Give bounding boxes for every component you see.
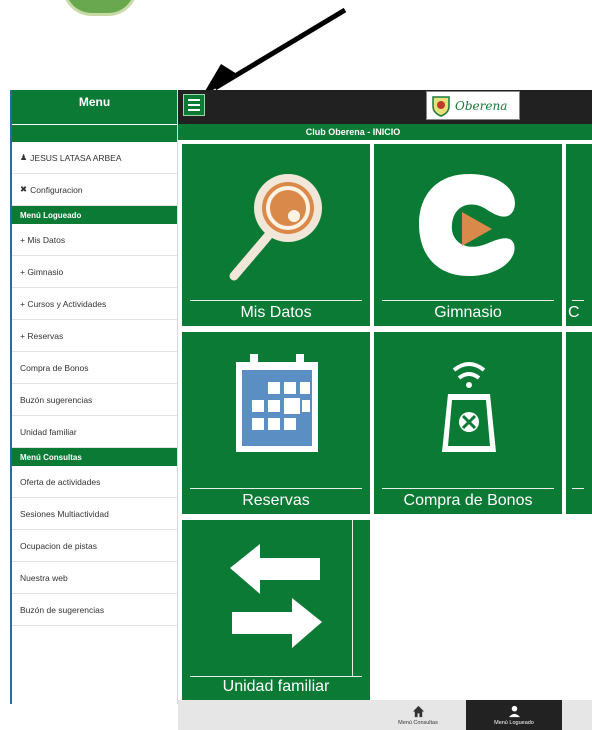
tile-divider — [572, 300, 584, 301]
hamburger-menu-button[interactable] — [183, 94, 205, 116]
magnifier-icon — [229, 174, 322, 281]
tile-unidad-familiar[interactable]: Unidad familiar — [182, 520, 370, 700]
tile-gimnasio[interactable]: Gimnasio — [374, 144, 562, 326]
tile-mis-datos[interactable]: Mis Datos — [182, 144, 370, 326]
nav-menu-consultas[interactable]: Menú Consultas — [376, 700, 460, 730]
page-title: Club Oberena - INICIO — [178, 124, 592, 140]
brand-name: Oberena — [455, 98, 508, 113]
top-navbar: Oberena — [178, 90, 592, 124]
sidebar-item-gimnasio[interactable]: + Gimnasio — [12, 256, 177, 288]
sidebar-title: Menu — [12, 90, 177, 124]
tile-divider — [190, 676, 362, 677]
tile-label: Unidad familiar — [222, 678, 330, 695]
bottom-navbar: Menú Consultas Menú Logueado — [178, 700, 592, 730]
sidebar-item-sesiones[interactable]: Sesiones Multiactividad — [12, 498, 177, 530]
sidebar-item-oferta[interactable]: Oferta de actividades — [12, 466, 177, 498]
tile-partial-2[interactable] — [566, 332, 592, 514]
sidebar-item-buzon-sugerencias[interactable]: Buzón de sugerencias — [12, 594, 177, 626]
sidebar-item-reservas[interactable]: + Reservas — [12, 320, 177, 352]
wrench-icon: ✖ — [20, 184, 28, 194]
sidebar-item-ocupacion[interactable]: Ocupacion de pistas — [12, 530, 177, 562]
brand-logo[interactable]: Oberena — [426, 91, 520, 120]
tile-divider — [572, 488, 584, 489]
sidebar-item-cursos[interactable]: + Cursos y Actividades — [12, 288, 177, 320]
sidebar-user[interactable]: ♟ JESUS LATASA ARBEA — [12, 142, 177, 174]
annotation-arrow-icon — [201, 7, 347, 98]
tile-label: Mis Datos — [240, 304, 312, 321]
tile-side-line — [352, 520, 353, 676]
tile-reservas[interactable]: Reservas — [182, 332, 370, 514]
tile-divider — [382, 300, 554, 301]
calendar-icon — [236, 354, 318, 452]
sidebar-item-mis-datos[interactable]: + Mis Datos — [12, 224, 177, 256]
sidebar-section-consultas: Menú Consultas — [12, 448, 177, 466]
tile-divider — [190, 300, 362, 301]
sidebar: Menu ♟ JESUS LATASA ARBEA ✖ Configuracio… — [10, 90, 178, 704]
sidebar-section-logueado: Menú Logueado — [12, 206, 177, 224]
tile-compra-bonos[interactable]: Compra de Bonos — [374, 332, 562, 514]
user-icon: ♟ — [20, 153, 28, 162]
nav-menu-logueado[interactable]: Menú Logueado — [466, 700, 562, 730]
sidebar-item-nuestra-web[interactable]: Nuestra web — [12, 562, 177, 594]
tile-divider — [382, 488, 554, 489]
swap-arrows-icon — [230, 544, 322, 648]
hamburger-line — [188, 104, 200, 106]
sidebar-item-unidad-familiar[interactable]: Unidad familiar — [12, 416, 177, 448]
nav-label: Menú Logueado — [494, 719, 534, 726]
play-icon — [419, 174, 515, 276]
home-icon — [412, 705, 424, 717]
tile-divider — [190, 488, 362, 489]
club-logo-fragment — [62, 0, 138, 16]
hamburger-line — [188, 109, 200, 111]
sidebar-header-band — [12, 124, 177, 142]
sidebar-item-label: Configuracion — [30, 184, 83, 195]
tile-label: C — [568, 304, 580, 321]
sidebar-item-configuracion[interactable]: ✖ Configuracion — [12, 174, 177, 206]
tile-label: Gimnasio — [434, 304, 502, 321]
sidebar-item-compra-bonos[interactable]: Compra de Bonos — [12, 352, 177, 384]
shield-icon — [432, 95, 450, 117]
contactless-card-icon — [442, 362, 496, 452]
tile-label: Compra de Bonos — [403, 492, 533, 509]
nav-label: Menú Consultas — [398, 719, 438, 726]
sidebar-user-name: JESUS LATASA ARBEA — [30, 152, 122, 163]
tile-cursos-partial[interactable]: C — [566, 144, 592, 326]
user-icon — [508, 705, 520, 717]
sidebar-item-buzon[interactable]: Buzón sugerencias — [12, 384, 177, 416]
tile-label: Reservas — [242, 492, 310, 509]
hamburger-line — [188, 99, 200, 101]
